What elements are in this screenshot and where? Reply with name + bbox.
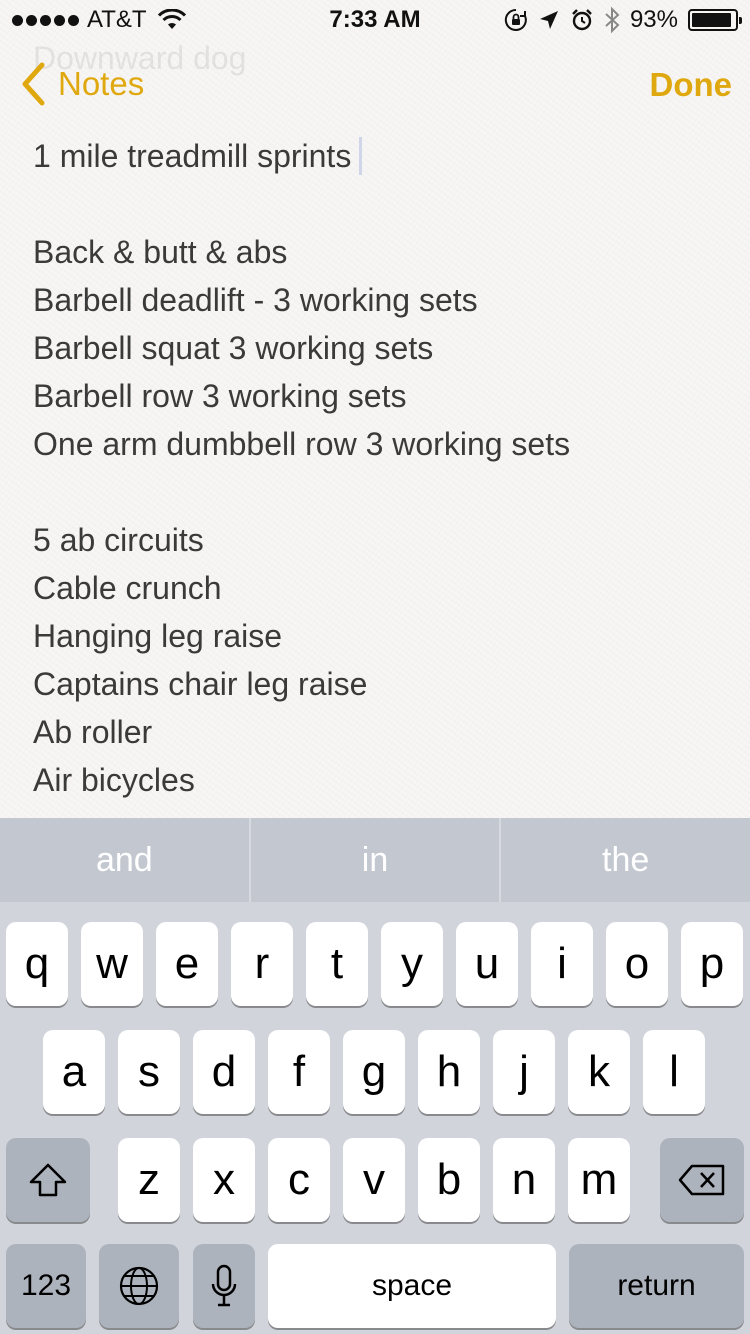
key-v[interactable]: v <box>343 1138 405 1222</box>
backspace-key[interactable] <box>660 1138 744 1222</box>
note-line-text: Hanging leg raise <box>33 618 283 654</box>
globe-icon <box>119 1266 159 1306</box>
text-cursor <box>359 137 363 175</box>
note-line-text: Barbell deadlift - 3 working sets <box>33 282 478 318</box>
key-m[interactable]: m <box>568 1138 630 1222</box>
note-line: One arm dumbbell row 3 working sets <box>33 420 723 468</box>
note-line-text: One arm dumbbell row 3 working sets <box>33 426 571 462</box>
note-line: Captains chair leg raise <box>33 660 723 708</box>
note-line-text: 5 ab circuits <box>33 522 204 558</box>
note-blank-line <box>33 468 723 516</box>
back-button[interactable]: Notes <box>20 62 144 106</box>
key-q[interactable]: q <box>6 922 68 1006</box>
status-right: 93% <box>504 6 742 34</box>
note-blank-line <box>33 180 723 228</box>
key-b[interactable]: b <box>418 1138 480 1222</box>
note-line-text: Captains chair leg raise <box>33 666 368 702</box>
key-i[interactable]: i <box>531 922 593 1006</box>
note-line: Barbell row 3 working sets <box>33 372 723 420</box>
status-bar: AT&T 7:33 AM 93% <box>0 0 750 40</box>
key-u[interactable]: u <box>456 922 518 1006</box>
key-d[interactable]: d <box>193 1030 255 1114</box>
dictation-key[interactable] <box>193 1244 255 1328</box>
shift-key[interactable] <box>6 1138 90 1222</box>
note-line: Cable crunch <box>33 564 723 612</box>
predictive-text-bar: and in the <box>0 818 750 902</box>
key-g[interactable]: g <box>343 1030 405 1114</box>
key-a[interactable]: a <box>43 1030 105 1114</box>
suggestion-the[interactable]: the <box>499 818 750 902</box>
note-line: Air bicycles <box>33 756 723 804</box>
suggestion-and[interactable]: and <box>0 818 249 902</box>
note-line-text: Back & butt & abs <box>33 234 288 270</box>
note-editor[interactable]: 1 mile treadmill sprints Back & butt & ab… <box>33 132 723 818</box>
microphone-icon <box>211 1264 237 1307</box>
return-key[interactable]: return <box>569 1244 744 1328</box>
key-n[interactable]: n <box>493 1138 555 1222</box>
space-key[interactable]: space <box>268 1244 556 1328</box>
key-o[interactable]: o <box>606 922 668 1006</box>
note-line: Ab roller <box>33 708 723 756</box>
key-w[interactable]: w <box>81 922 143 1006</box>
chevron-left-icon <box>22 62 45 106</box>
note-line: Back & butt & abs <box>33 228 723 276</box>
note-line: 1 mile treadmill sprints <box>33 132 723 180</box>
shift-icon <box>29 1163 67 1197</box>
back-label: Notes <box>58 65 145 102</box>
note-line-text: 1 mile treadmill sprints <box>33 138 352 174</box>
numbers-key[interactable]: 123 <box>6 1244 86 1328</box>
key-x[interactable]: x <box>193 1138 255 1222</box>
key-e[interactable]: e <box>156 922 218 1006</box>
battery-fill <box>692 13 732 27</box>
note-line-text: Cable crunch <box>33 570 222 606</box>
keyboard: and in the q w e r t y u i o p a s d f g h j k l z x c v b n m 123 sp… <box>0 818 750 1334</box>
suggestion-in[interactable]: in <box>248 818 500 902</box>
key-r[interactable]: r <box>231 922 293 1006</box>
location-arrow-icon <box>539 11 558 29</box>
note-line: Barbell deadlift - 3 working sets <box>33 276 723 324</box>
navigation-bar: Notes Done <box>0 56 750 112</box>
key-s[interactable]: s <box>118 1030 180 1114</box>
key-p[interactable]: p <box>681 922 743 1006</box>
key-f[interactable]: f <box>268 1030 330 1114</box>
note-line-text: Air bicycles <box>33 762 195 798</box>
key-h[interactable]: h <box>418 1030 480 1114</box>
note-line-text: Barbell squat 3 working sets <box>33 330 434 366</box>
key-j[interactable]: j <box>493 1030 555 1114</box>
note-line: Hanging leg raise <box>33 612 723 660</box>
done-button[interactable]: Done <box>650 66 733 104</box>
key-y[interactable]: y <box>381 922 443 1006</box>
bluetooth-icon <box>605 7 620 33</box>
battery-percent: 93% <box>629 6 678 33</box>
key-t[interactable]: t <box>306 922 368 1006</box>
battery-icon <box>688 9 742 31</box>
note-line-text: Ab roller <box>33 714 153 750</box>
note-line: Barbell squat 3 working sets <box>33 324 723 372</box>
globe-key[interactable] <box>99 1244 179 1328</box>
orientation-lock-icon <box>504 8 527 31</box>
key-c[interactable]: c <box>268 1138 330 1222</box>
key-l[interactable]: l <box>643 1030 705 1114</box>
note-line: 5 ab circuits <box>33 516 723 564</box>
backspace-icon <box>678 1164 725 1196</box>
key-z[interactable]: z <box>118 1138 180 1222</box>
alarm-icon <box>572 9 592 31</box>
key-k[interactable]: k <box>568 1030 630 1114</box>
note-line-text: Barbell row 3 working sets <box>33 378 407 414</box>
